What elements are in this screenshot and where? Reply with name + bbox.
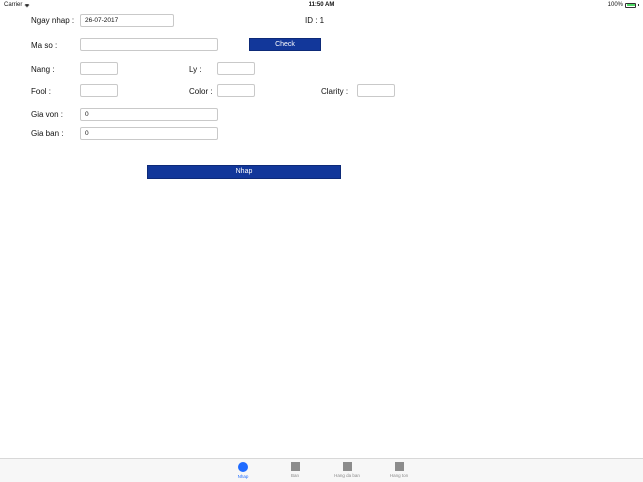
ma-so-label: Ma so : bbox=[31, 41, 58, 50]
color-field[interactable] bbox=[217, 84, 255, 97]
fool-field[interactable] bbox=[80, 84, 118, 97]
ngay-nhap-field[interactable]: 26-07-2017 bbox=[80, 14, 174, 27]
gia-ban-field[interactable]: 0 bbox=[80, 127, 218, 140]
id-label: ID : 1 bbox=[305, 16, 325, 25]
nang-field[interactable] bbox=[80, 62, 118, 75]
clarity-label: Clarity : bbox=[321, 87, 349, 96]
gia-von-field[interactable]: 0 bbox=[80, 108, 218, 121]
tab-label: Ban bbox=[290, 473, 299, 478]
ly-label: Ly : bbox=[189, 65, 202, 74]
check-button[interactable]: Check bbox=[249, 38, 321, 51]
square-icon bbox=[290, 462, 300, 471]
tab-label: Hang ton bbox=[389, 473, 409, 478]
square-icon bbox=[342, 462, 352, 471]
tab-bar: Nhap Ban Hang da ban Hang ton bbox=[0, 458, 643, 482]
battery-percent: 100% bbox=[607, 2, 623, 8]
tab-hang-da-ban[interactable]: Hang da ban bbox=[327, 462, 367, 478]
gia-von-label: Gia von : bbox=[31, 110, 64, 119]
tab-hang-ton[interactable]: Hang ton bbox=[379, 462, 419, 478]
tab-ban[interactable]: Ban bbox=[275, 462, 315, 478]
ly-field[interactable] bbox=[217, 62, 255, 75]
nhap-button[interactable]: Nhap bbox=[147, 165, 341, 179]
tab-label: Nhap bbox=[237, 474, 249, 479]
ngay-nhap-label: Ngay nhap : bbox=[31, 16, 75, 25]
status-bar: Carrier 11:50 AM 100% bbox=[0, 0, 643, 11]
color-label: Color : bbox=[189, 87, 213, 96]
battery-info: 100% bbox=[608, 2, 639, 8]
status-time: 11:50 AM bbox=[308, 2, 335, 8]
ma-so-field[interactable] bbox=[80, 38, 218, 51]
clarity-field[interactable] bbox=[357, 84, 395, 97]
circle-icon bbox=[238, 462, 248, 472]
battery-icon bbox=[625, 2, 636, 8]
gia-ban-label: Gia ban : bbox=[31, 129, 64, 138]
tab-nhap[interactable]: Nhap bbox=[223, 462, 263, 479]
tab-label: Hang da ban bbox=[334, 473, 360, 478]
nang-label: Nang : bbox=[31, 65, 55, 74]
battery-tip bbox=[638, 3, 639, 7]
square-icon bbox=[394, 462, 404, 471]
fool-label: Fool : bbox=[31, 87, 52, 96]
